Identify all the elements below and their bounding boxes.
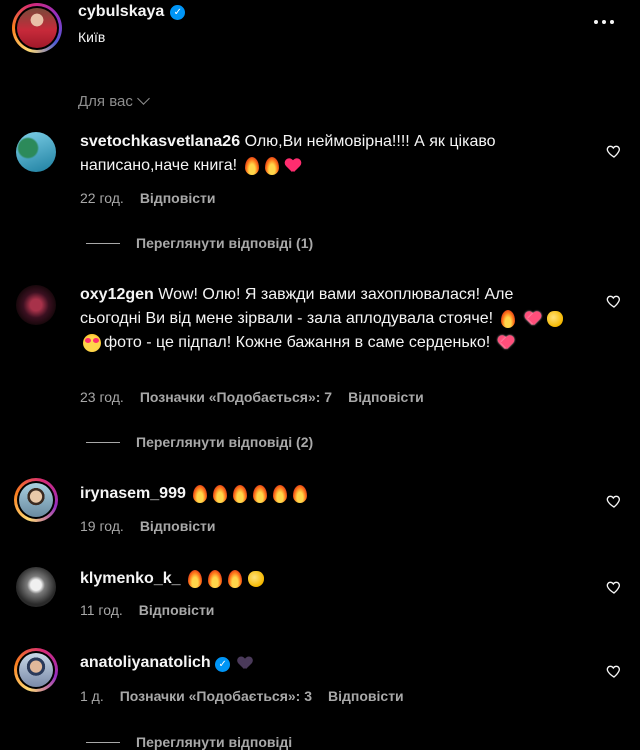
commenter-username[interactable]: irynasem_999 — [80, 485, 186, 502]
comment-time: 23 год. — [80, 389, 124, 405]
view-replies-label: Переглянути відповіді (1) — [136, 235, 314, 251]
fire-emoji-icon — [500, 309, 515, 328]
filter-label: Для вас — [78, 93, 133, 110]
comment-body: svetochkasvetlana26 Олю,Ви неймовірна!!!… — [80, 130, 575, 178]
purple-heart-emoji-icon — [238, 657, 252, 669]
commenter-avatar[interactable] — [14, 283, 58, 327]
clap-emoji-icon — [247, 570, 264, 587]
comment-meta: 11 год. Відповісти — [80, 602, 214, 618]
comment-time: 11 год. — [80, 602, 123, 618]
comment-time: 19 год. — [80, 518, 124, 534]
reply-button[interactable]: Відповісти — [348, 389, 424, 405]
fire-emoji-icon — [264, 156, 279, 175]
fire-emoji-icon — [213, 484, 228, 503]
like-heart-icon[interactable] — [606, 143, 622, 159]
like-heart-icon[interactable] — [606, 579, 622, 595]
heart-emoji-icon — [285, 159, 301, 173]
verified-badge-icon: ✓ — [215, 657, 231, 672]
likes-count[interactable]: Позначки «Подобається»: 7 — [140, 389, 332, 405]
more-options-icon[interactable] — [594, 12, 614, 32]
author-username-row[interactable]: cybulskaya ✓ — [78, 3, 186, 21]
fire-emoji-icon — [193, 484, 208, 503]
verified-badge-icon: ✓ — [170, 4, 186, 20]
heart-eyes-emoji-icon — [83, 333, 101, 352]
reply-button[interactable]: Відповісти — [328, 688, 404, 704]
sparkling-heart-emoji-icon — [498, 336, 514, 350]
author-avatar[interactable] — [12, 3, 62, 53]
divider-line — [86, 242, 120, 244]
commenter-avatar[interactable] — [14, 478, 58, 522]
fire-emoji-icon — [253, 484, 268, 503]
clap-emoji-icon — [546, 310, 563, 327]
comment-time: 22 год. — [80, 190, 124, 206]
comment-meta: 1 д. Позначки «Подобається»: 3 Відповіст… — [80, 688, 404, 704]
view-replies-label: Переглянути відповіді — [136, 734, 293, 750]
like-heart-icon[interactable] — [606, 663, 622, 679]
comment-meta: 19 год. Відповісти — [80, 518, 215, 534]
reply-button[interactable]: Відповісти — [140, 518, 216, 534]
fire-emoji-icon — [227, 569, 242, 588]
fire-emoji-icon — [187, 569, 202, 588]
view-replies-button[interactable]: Переглянути відповіді (2) — [86, 434, 313, 450]
divider-line — [86, 441, 120, 443]
commenter-username[interactable]: oxy12gen — [80, 286, 154, 303]
commenter-avatar[interactable] — [14, 648, 58, 692]
reply-button[interactable]: Відповісти — [140, 190, 216, 206]
comment-time: 1 д. — [80, 688, 104, 704]
comment-body: oxy12gen Wow! Олю! Я завжди вами захоплю… — [80, 283, 575, 355]
commenter-username[interactable]: svetochkasvetlana26 — [80, 133, 240, 150]
comment-text-continued: фото - це підпал! Кожне бажання в саме с… — [104, 334, 491, 351]
chevron-down-icon — [136, 92, 150, 105]
commenter-username[interactable]: klymenko_k_ — [80, 570, 181, 587]
view-replies-button[interactable]: Переглянути відповіді — [86, 734, 292, 750]
view-replies-button[interactable]: Переглянути відповіді (1) — [86, 235, 313, 251]
comment-body: anatoliyanatolich ✓ — [80, 651, 575, 675]
view-replies-label: Переглянути відповіді (2) — [136, 434, 314, 450]
reply-button[interactable]: Відповісти — [139, 602, 215, 618]
commenter-avatar[interactable] — [14, 565, 58, 609]
post-location[interactable]: Київ — [78, 29, 105, 45]
likes-count[interactable]: Позначки «Подобається»: 3 — [120, 688, 312, 704]
fire-emoji-icon — [273, 484, 288, 503]
author-username[interactable]: cybulskaya — [78, 3, 164, 21]
post-header: cybulskaya ✓ Київ — [0, 0, 640, 56]
like-heart-icon[interactable] — [606, 493, 622, 509]
fire-emoji-icon — [207, 569, 222, 588]
comment-body: klymenko_k_ — [80, 567, 575, 591]
comments-sort-filter[interactable]: Для вас — [78, 92, 150, 110]
commenter-avatar[interactable] — [14, 130, 58, 174]
comment-body: irynasem_999 — [80, 482, 575, 506]
sparkling-heart-emoji-icon — [525, 312, 541, 326]
comment-meta: 22 год. Відповісти — [80, 190, 215, 206]
fire-emoji-icon — [293, 484, 308, 503]
comment-meta: 23 год. Позначки «Подобається»: 7 Відпов… — [80, 389, 424, 405]
fire-emoji-icon — [233, 484, 248, 503]
like-heart-icon[interactable] — [606, 293, 622, 309]
fire-emoji-icon — [244, 156, 259, 175]
commenter-username[interactable]: anatoliyanatolich — [80, 654, 211, 671]
